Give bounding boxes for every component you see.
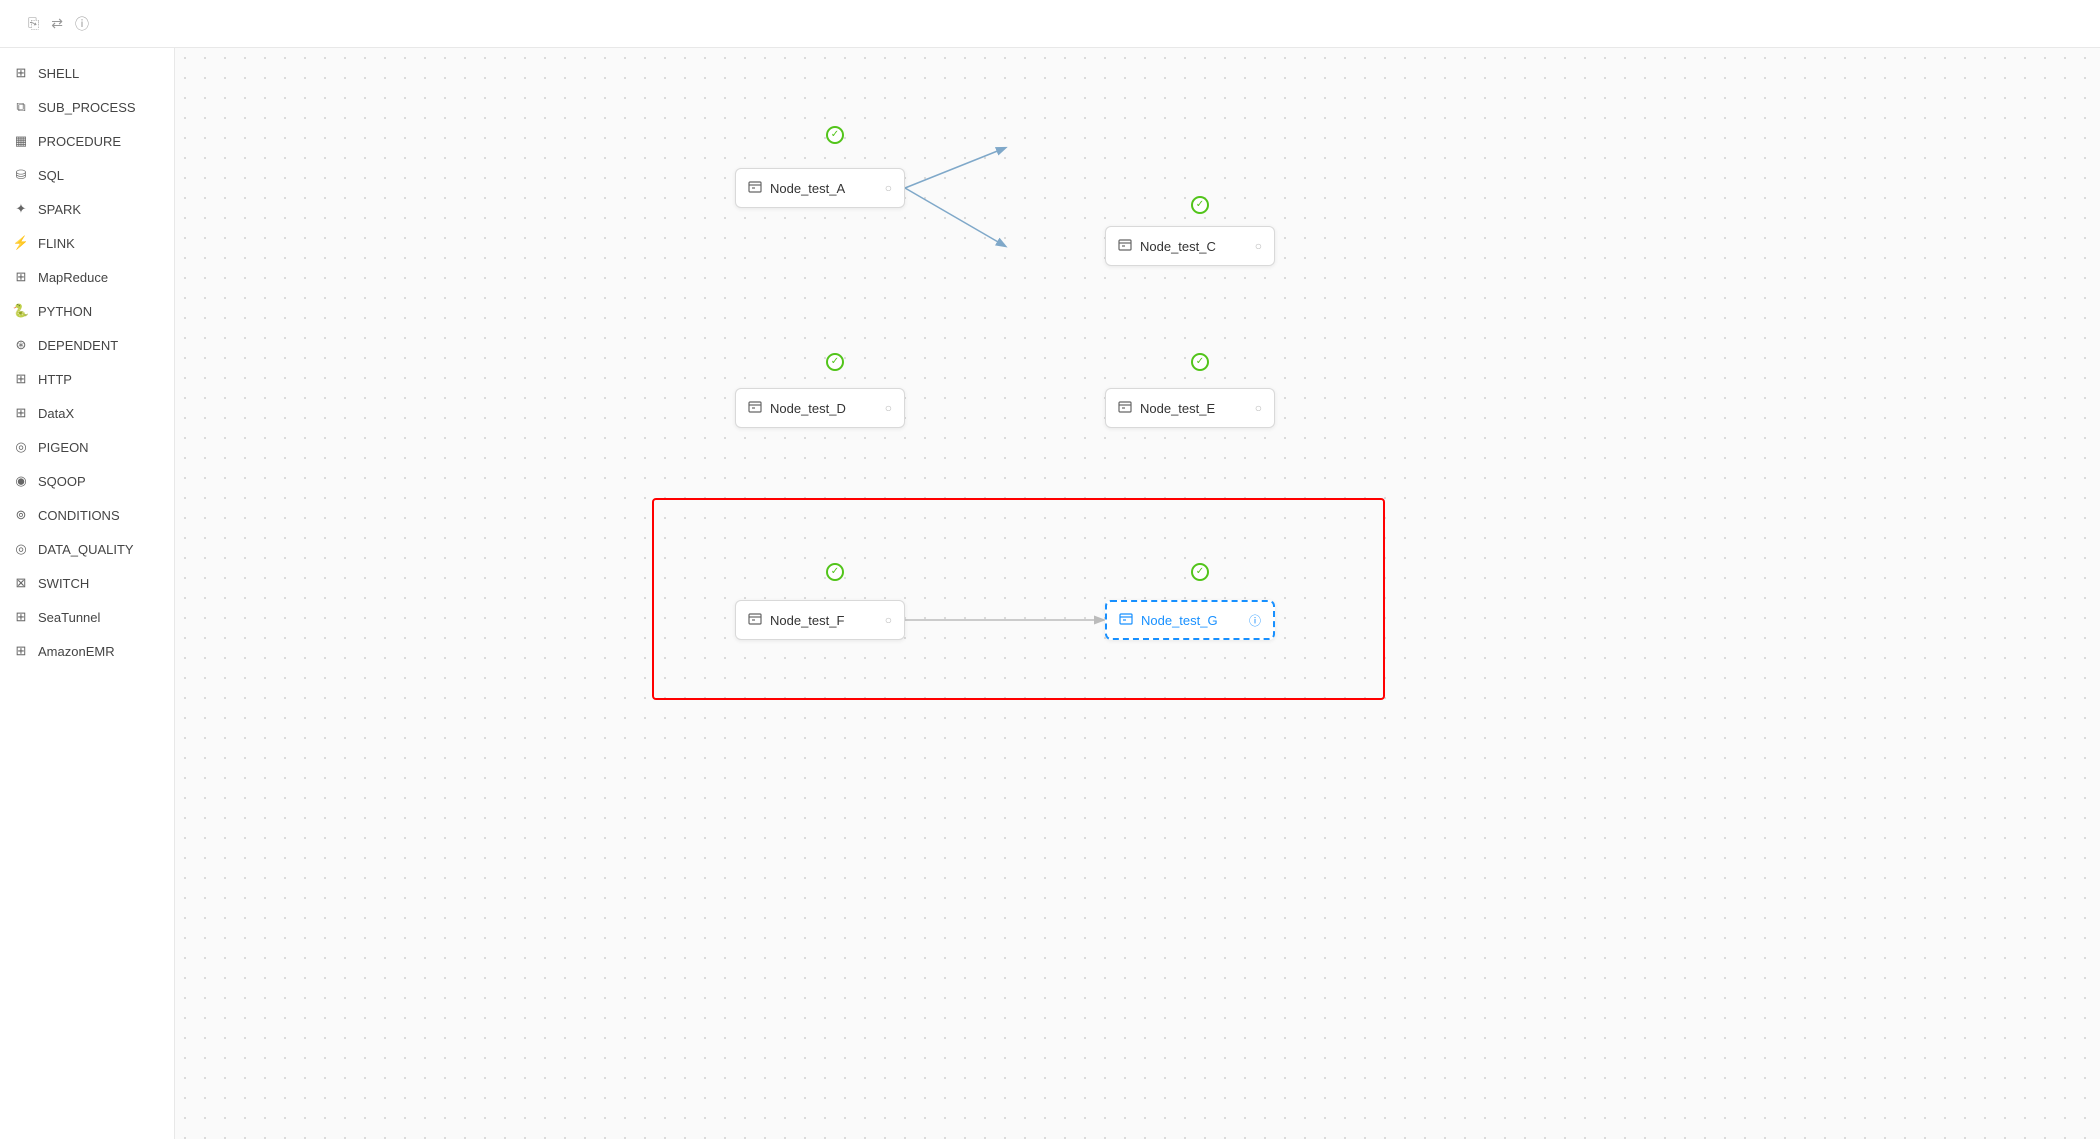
sidebar-item-http[interactable]: ⊞ HTTP — [0, 362, 174, 396]
sidebar-item-label-amazonemr: AmazonEMR — [38, 644, 115, 659]
sidebar-item-label-spark: SPARK — [38, 202, 81, 217]
node-check-node_a — [826, 126, 844, 144]
selection-rectangle — [652, 498, 1385, 700]
spark-icon: ✦ — [12, 200, 30, 218]
node-check-node_g — [1191, 563, 1209, 581]
sidebar-item-shell[interactable]: ⊞ SHELL — [0, 56, 174, 90]
sidebar-item-label-switch: SWITCH — [38, 576, 89, 591]
sidebar-item-sub_process[interactable]: ⧉ SUB_PROCESS — [0, 90, 174, 124]
node-type-icon-node_d — [748, 400, 762, 417]
node-label-node_c: Node_test_C — [1140, 239, 1247, 254]
sidebar-item-switch[interactable]: ⊠ SWITCH — [0, 566, 174, 600]
sidebar-item-label-python: PYTHON — [38, 304, 92, 319]
seatunnel-icon: ⊞ — [12, 608, 30, 626]
sidebar-item-dependent[interactable]: ⊛ DEPENDENT — [0, 328, 174, 362]
node-check-node_d — [826, 353, 844, 371]
node-label-node_a: Node_test_A — [770, 181, 877, 196]
sidebar-item-label-http: HTTP — [38, 372, 72, 387]
sidebar-item-datax[interactable]: ⊞ DataX — [0, 396, 174, 430]
node-node_f[interactable]: Node_test_F ○ — [735, 600, 905, 640]
sidebar-item-mapreduce[interactable]: ⊞ MapReduce — [0, 260, 174, 294]
sidebar-item-label-conditions: CONDITIONS — [38, 508, 120, 523]
canvas-svg — [175, 48, 2100, 1139]
sidebar-item-label-dependent: DEPENDENT — [38, 338, 118, 353]
sidebar-item-sql[interactable]: ⛁ SQL — [0, 158, 174, 192]
canvas-area[interactable]: Node_test_A○Node_test_C○Node_test_D○Node… — [175, 48, 2100, 1139]
node-node_e[interactable]: Node_test_E ○ — [1105, 388, 1275, 428]
node-type-icon-node_f — [748, 612, 762, 629]
node-type-icon-node_c — [1118, 238, 1132, 255]
node-node_g[interactable]: Node_test_G ⓘ — [1105, 600, 1275, 640]
sidebar-item-label-data_quality: DATA_QUALITY — [38, 542, 134, 557]
node-check-node_c — [1191, 196, 1209, 214]
node-info-icon-node_a[interactable]: ○ — [885, 181, 892, 195]
sidebar-item-seatunnel[interactable]: ⊞ SeaTunnel — [0, 600, 174, 634]
dependent-icon: ⊛ — [12, 336, 30, 354]
node-label-node_e: Node_test_E — [1140, 401, 1247, 416]
header: ⎘ ⇄ ⓘ — [0, 0, 2100, 48]
node-type-icon-node_a — [748, 180, 762, 197]
switch-icon: ⊠ — [12, 574, 30, 592]
sidebar: ⊞ SHELL ⧉ SUB_PROCESS ▦ PROCEDURE ⛁ SQL ✦ SPARK ⚡ F… — [0, 48, 175, 1139]
mapreduce-icon: ⊞ — [12, 268, 30, 286]
node-label-node_d: Node_test_D — [770, 401, 877, 416]
main-layout: ⊞ SHELL ⧉ SUB_PROCESS ▦ PROCEDURE ⛁ SQL ✦ SPARK ⚡ F… — [0, 48, 2100, 1139]
node-info-icon-node_d[interactable]: ○ — [885, 401, 892, 415]
sidebar-item-label-datax: DataX — [38, 406, 74, 421]
sidebar-item-procedure[interactable]: ▦ PROCEDURE — [0, 124, 174, 158]
flink-icon: ⚡ — [12, 234, 30, 252]
sidebar-item-label-sql: SQL — [38, 168, 64, 183]
datax-icon: ⊞ — [12, 404, 30, 422]
node-info-icon-node_g[interactable]: ⓘ — [1249, 612, 1261, 629]
sidebar-item-pigeon[interactable]: ◎ PIGEON — [0, 430, 174, 464]
sidebar-item-data_quality[interactable]: ◎ DATA_QUALITY — [0, 532, 174, 566]
copy-icon[interactable]: ⎘ — [28, 15, 39, 32]
sidebar-item-label-flink: FLINK — [38, 236, 75, 251]
sidebar-item-label-pigeon: PIGEON — [38, 440, 89, 455]
sidebar-item-amazonemr[interactable]: ⊞ AmazonEMR — [0, 634, 174, 668]
pigeon-icon: ◎ — [12, 438, 30, 456]
sidebar-item-label-seatunnel: SeaTunnel — [38, 610, 100, 625]
sidebar-item-conditions[interactable]: ⊚ CONDITIONS — [0, 498, 174, 532]
sidebar-item-flink[interactable]: ⚡ FLINK — [0, 226, 174, 260]
node-node_a[interactable]: Node_test_A ○ — [735, 168, 905, 208]
share-icon[interactable]: ⇄ — [51, 15, 63, 32]
sidebar-item-label-shell: SHELL — [38, 66, 79, 81]
node-node_d[interactable]: Node_test_D ○ — [735, 388, 905, 428]
data_quality-icon: ◎ — [12, 540, 30, 558]
sidebar-item-label-mapreduce: MapReduce — [38, 270, 108, 285]
amazonemr-icon: ⊞ — [12, 642, 30, 660]
node-check-node_e — [1191, 353, 1209, 371]
node-label-node_f: Node_test_F — [770, 613, 877, 628]
node-node_c[interactable]: Node_test_C ○ — [1105, 226, 1275, 266]
sidebar-item-label-procedure: PROCEDURE — [38, 134, 121, 149]
shell-icon: ⊞ — [12, 64, 30, 82]
info-icon[interactable]: ⓘ — [75, 14, 89, 34]
node-label-node_g: Node_test_G — [1141, 613, 1241, 628]
node-type-icon-node_g — [1119, 612, 1133, 629]
node-info-icon-node_f[interactable]: ○ — [885, 613, 892, 627]
node-type-icon-node_e — [1118, 400, 1132, 417]
node-check-node_f — [826, 563, 844, 581]
sidebar-item-label-sqoop: SQOOP — [38, 474, 86, 489]
sub_process-icon: ⧉ — [12, 98, 30, 116]
node-info-icon-node_e[interactable]: ○ — [1255, 401, 1262, 415]
sidebar-item-label-sub_process: SUB_PROCESS — [38, 100, 136, 115]
node-info-icon-node_c[interactable]: ○ — [1255, 239, 1262, 253]
sidebar-item-sqoop[interactable]: ◉ SQOOP — [0, 464, 174, 498]
conditions-icon: ⊚ — [12, 506, 30, 524]
sql-icon: ⛁ — [12, 166, 30, 184]
sidebar-item-spark[interactable]: ✦ SPARK — [0, 192, 174, 226]
procedure-icon: ▦ — [12, 132, 30, 150]
sqoop-icon: ◉ — [12, 472, 30, 490]
sidebar-item-python[interactable]: 🐍 PYTHON — [0, 294, 174, 328]
http-icon: ⊞ — [12, 370, 30, 388]
python-icon: 🐍 — [12, 302, 30, 320]
